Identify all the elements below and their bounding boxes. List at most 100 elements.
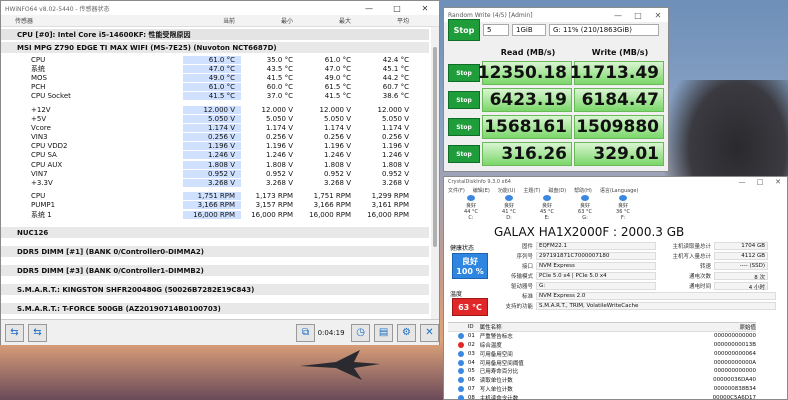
bench-close-button[interactable]: ✕ <box>648 11 668 20</box>
size-select[interactable]: 1GiB <box>512 24 546 36</box>
nav-arrows-icon[interactable]: ⇆ <box>5 323 24 342</box>
menu-item[interactable]: 帮助(H) <box>574 187 592 195</box>
attr-row[interactable]: 04 可用备用空间阈值 00000000000A <box>448 358 756 367</box>
sensor-name: +3.3V <box>31 179 53 188</box>
disk-info: 固件 EQFM22.1 主机读取量总计 1704 GB 序列号 297191871C700… <box>504 241 786 311</box>
drive-select[interactable]: G: 11% (210/1863GiB) <box>549 24 659 36</box>
minimize-button[interactable]: — <box>355 4 383 13</box>
attr-col-raw[interactable]: 原始值 <box>687 323 757 331</box>
sensor-row[interactable]: MOS 49.0 °C 41.5 °C 49.0 °C 44.2 °C <box>1 73 429 82</box>
sensor-group[interactable]: S.M.A.R.T.: T-FORCE 500GB (AZ20190714B01… <box>1 303 429 315</box>
attr-row[interactable]: 06 读取单位计数 00000036DA40 <box>448 376 756 385</box>
network-icon[interactable]: ⧉ <box>296 323 316 342</box>
drive-tab[interactable]: 良好 44 °C C: <box>452 195 490 221</box>
sensor-min: 1.808 V <box>265 160 293 169</box>
cdi-minimize-button[interactable]: — <box>733 178 751 186</box>
menu-item[interactable]: 功能(U) <box>498 187 516 195</box>
sensor-row[interactable]: VIN7 0.952 V 0.952 V 0.952 V 0.952 V <box>1 169 429 178</box>
sensor-row[interactable]: PCH 61.0 °C 60.0 °C 61.5 °C 60.7 °C <box>1 83 429 92</box>
maximize-button[interactable]: □ <box>383 4 411 13</box>
info-row: 序列号 297191871C7000007180 主机写入量总计 4112 GB <box>504 251 786 261</box>
result-row: Stop 6423.19 6184.47 <box>448 88 666 112</box>
row-stop-button[interactable]: Stop <box>448 145 480 163</box>
info-value: NVM Express <box>536 262 656 270</box>
menu-item[interactable]: 编辑(E) <box>473 187 490 195</box>
col-avg[interactable]: 平均 <box>357 16 415 25</box>
hwinfo-scrollbar[interactable] <box>431 27 439 319</box>
stop-all-button[interactable]: Stop <box>448 19 480 41</box>
close-button[interactable]: ✕ <box>411 4 439 13</box>
cdi-close-button[interactable]: ✕ <box>769 178 787 186</box>
wallpaper-jet <box>300 350 380 380</box>
sensor-min: 43.5 °C <box>266 64 293 73</box>
attr-col-id[interactable]: ID <box>468 324 480 330</box>
bench-maximize-button[interactable]: □ <box>628 11 648 20</box>
drive-tab[interactable]: 良好 45 °C E: <box>528 195 566 221</box>
sensor-name: +12V <box>31 105 51 114</box>
group-cpu[interactable]: CPU [#0]: Intel Core i5-14600KF: 性能受限原因 <box>1 29 429 40</box>
row-stop-button[interactable]: Stop <box>448 91 480 109</box>
sensor-row[interactable]: +5V 5.050 V 5.050 V 5.050 V 5.050 V <box>1 114 429 123</box>
attr-row[interactable]: 01 严重警告标志 000000000000 <box>448 332 756 341</box>
count-select[interactable]: 5 <box>483 24 509 36</box>
sensor-row[interactable]: +3.3V 3.268 V 3.268 V 3.268 V 3.268 V <box>1 178 429 188</box>
menu-item[interactable]: 文件(F) <box>448 187 465 195</box>
sensor-row[interactable]: Vcore 1.174 V 1.174 V 1.174 V 1.174 V <box>1 123 429 132</box>
sensor-row[interactable]: CPU 1,751 RPM 1,173 RPM 1,751 RPM 1,299 RPM <box>1 192 429 201</box>
sensor-group[interactable]: NUC126 <box>1 227 429 239</box>
attr-row[interactable]: 07 写入单位计数 000000838B34 <box>448 385 756 394</box>
sensor-row[interactable]: CPU AUX 1.808 V 1.808 V 1.808 V 1.808 V <box>1 160 429 169</box>
report-icon[interactable]: ▤ <box>374 323 394 342</box>
menu-item[interactable]: 主题(T) <box>523 187 540 195</box>
drive-tab[interactable]: 良好 41 °C D: <box>490 195 528 221</box>
col-max[interactable]: 最大 <box>299 16 357 25</box>
settings-icon[interactable]: ⚙ <box>397 323 417 342</box>
bench-minimize-button[interactable]: — <box>608 11 628 20</box>
drive-letter: F: <box>620 215 626 221</box>
attr-row[interactable]: 08 主机读命令计数 00000C5A6D17 <box>448 393 756 400</box>
drive-tab[interactable]: 良好 36 °C F: <box>604 195 642 221</box>
sensor-group[interactable]: DDR5 DIMM [#3] (BANK 0/Controller1-DIMMB… <box>1 265 429 277</box>
sensor-row[interactable]: VIN3 0.256 V 0.256 V 0.256 V 0.256 V <box>1 133 429 142</box>
attr-id: 06 <box>467 377 475 384</box>
sensor-current: 16,000 RPM <box>183 210 241 219</box>
sensor-name: CPU Socket <box>31 92 71 101</box>
attr-raw: 00000000000A <box>713 359 757 366</box>
sensor-row[interactable]: CPU SA 1.246 V 1.246 V 1.246 V 1.246 V <box>1 151 429 160</box>
menu-item[interactable]: 磁盘(D) <box>548 187 566 195</box>
col-current[interactable]: 当前 <box>183 16 241 25</box>
nav-arrows-2-icon[interactable]: ⇆ <box>27 323 47 342</box>
menu-item[interactable]: 语言(Language) <box>600 187 639 195</box>
attr-row[interactable]: 05 已用寿命百分比 000000000000 <box>448 367 756 376</box>
col-sensor[interactable]: 传感器 <box>1 16 183 25</box>
benchmark-window: Random Write (4/5) [Admin] — □ ✕ Stop 5 … <box>443 7 669 172</box>
hwinfo-title: HWiNFO64 v8.02-5440 - 传感器状态 <box>5 5 110 13</box>
sensor-row[interactable]: +12V 12.000 V 12.000 V 12.000 V 12.000 V <box>1 105 429 114</box>
sensor-group[interactable]: DDR5 DIMM [#1] (BANK 0/Controller0-DIMMA… <box>1 246 429 258</box>
col-min[interactable]: 最小 <box>241 16 299 25</box>
cdi-maximize-button[interactable]: □ <box>751 178 769 186</box>
sensor-row[interactable]: CPU Socket 41.5 °C 37.0 °C 41.5 °C 38.6 °C <box>1 92 429 101</box>
scrollbar-thumb[interactable] <box>433 47 437 247</box>
clock-icon[interactable]: ◷ <box>351 323 371 342</box>
row-stop-button[interactable]: Stop <box>448 118 480 136</box>
attr-row[interactable]: 03 可用备用空间 000000000064 <box>448 349 756 358</box>
temperature-badge[interactable]: 63 °C <box>452 298 488 316</box>
sensor-row[interactable]: 系统 47.0 °C 43.5 °C 47.0 °C 45.1 °C <box>1 64 429 73</box>
group-motherboard[interactable]: MSI MPG Z790 EDGE TI MAX WIFI (MS-7E25) … <box>1 42 429 53</box>
info-key: 接口 <box>521 264 533 270</box>
health-status-badge[interactable]: 良好 100 % <box>452 253 488 279</box>
attr-col-name[interactable]: 属性名称 <box>480 323 687 331</box>
sensor-group[interactable]: S.M.A.R.T.: KINGSTON SHFR200480G (50026B… <box>1 284 429 296</box>
result-row: Stop 316.26 329.01 <box>448 142 666 166</box>
attr-name: 读取单位计数 <box>479 378 513 385</box>
row-stop-button[interactable]: Stop <box>448 64 480 82</box>
sensor-row[interactable]: 系统 1 16,000 RPM 16,000 RPM 16,000 RPM 16,000… <box>1 210 429 219</box>
info-key: 固件 <box>521 244 533 250</box>
info-key-right: 主机读取量总计 <box>672 244 711 250</box>
attr-row[interactable]: 02 综合温度 00000000013B <box>448 341 756 350</box>
drive-tab[interactable]: 良好 63 °C G: <box>566 195 604 221</box>
sensor-row[interactable]: CPU VDD2 1.196 V 1.196 V 1.196 V 1.196 V <box>1 142 429 151</box>
drive-status-icon <box>581 195 589 201</box>
close-icon[interactable]: ✕ <box>420 323 439 342</box>
